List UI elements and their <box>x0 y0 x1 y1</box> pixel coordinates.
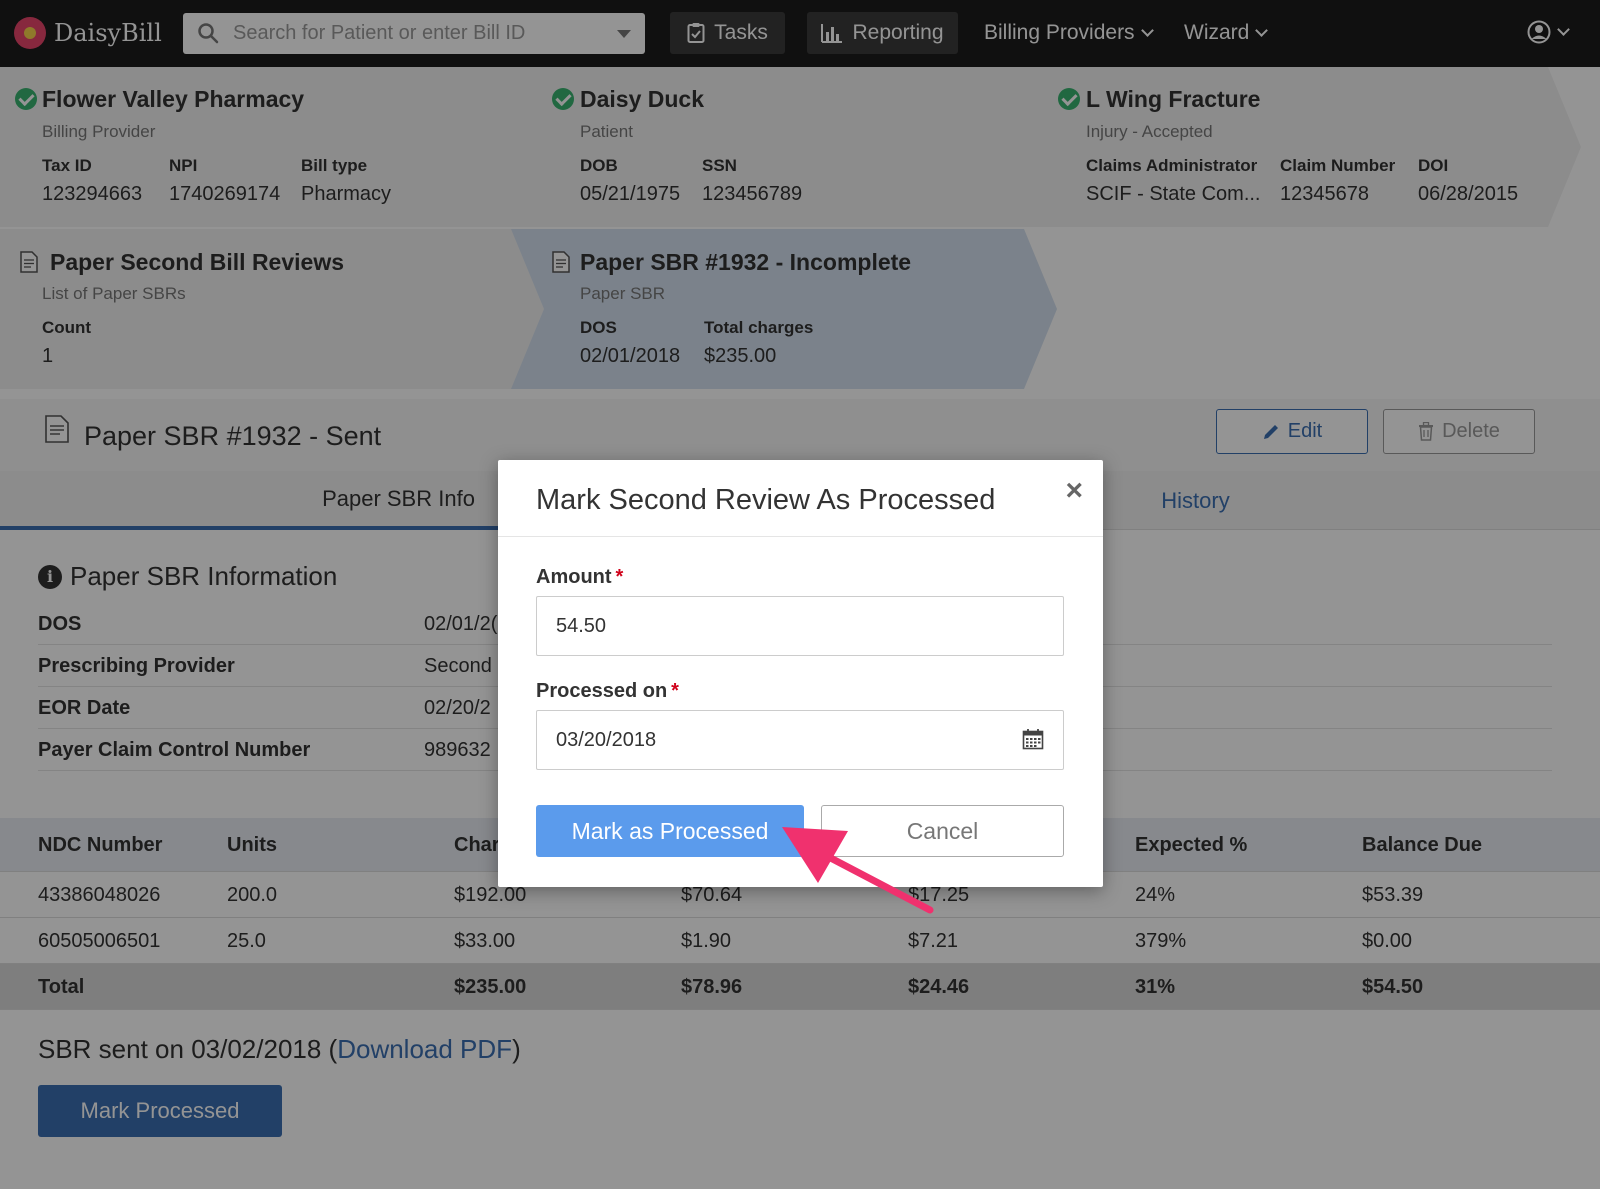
required-asterisk: * <box>615 566 624 588</box>
annotation-arrow-icon <box>782 827 934 914</box>
processed-on-label-text: Processed on <box>536 680 668 702</box>
modal-title: Mark Second Review As Processed <box>536 484 996 516</box>
mark-as-processed-label: Mark as Processed <box>571 817 769 844</box>
amount-label-text: Amount <box>536 566 612 588</box>
modal-header: Mark Second Review As Processed × <box>498 460 1103 537</box>
calendar-icon[interactable] <box>1022 728 1044 750</box>
amount-label: Amount * <box>536 566 623 589</box>
required-asterisk: * <box>671 680 679 702</box>
close-icon[interactable]: × <box>1065 476 1083 506</box>
amount-input[interactable] <box>536 596 1064 656</box>
processed-on-date-input[interactable] <box>536 710 1064 770</box>
processed-on-label: Processed on * <box>536 680 679 703</box>
